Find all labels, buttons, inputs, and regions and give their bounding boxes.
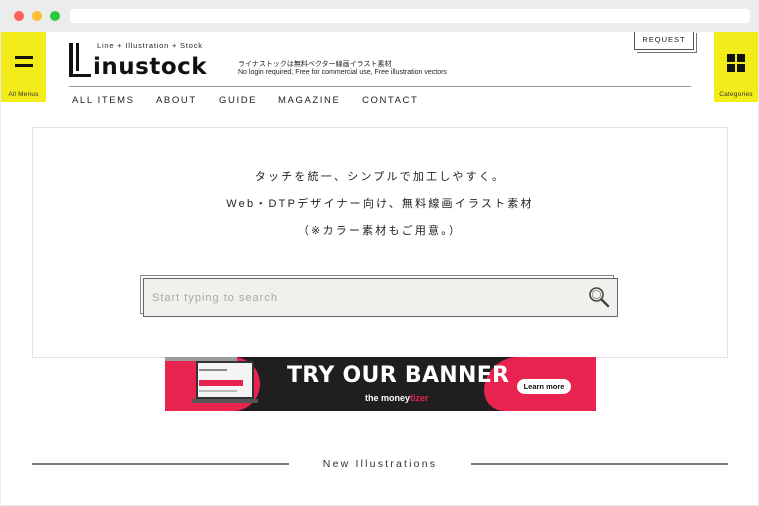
logo-tagline: Line + Illustration + Stock xyxy=(97,41,203,50)
address-bar[interactable] xyxy=(70,9,750,23)
hero-line-1: タッチを統一、シンプルで加工しやすく。 xyxy=(254,171,506,183)
hero-box: タッチを統一、シンプルで加工しやすく。 Web・DTPデザイナー向け、無料線画イ… xyxy=(32,127,728,358)
banner-title: TRY OUR BANNER xyxy=(287,363,510,388)
nav-item-magazine[interactable]: MAGAZINE xyxy=(278,95,340,106)
banner-brand-suffix: tizer xyxy=(410,393,429,403)
categories-button[interactable]: Categories xyxy=(714,32,758,102)
search-input[interactable] xyxy=(143,278,618,317)
section-divider-left xyxy=(32,463,289,465)
header-divider xyxy=(69,86,691,87)
close-window-dot[interactable] xyxy=(14,11,24,21)
laptop-icon xyxy=(192,361,258,405)
request-button[interactable]: REQUEST xyxy=(634,32,694,50)
banner-brand-logo: the moneytizer xyxy=(365,393,429,403)
nav-item-guide[interactable]: GUIDE xyxy=(219,95,257,106)
section-title: New Illustrations xyxy=(322,458,438,470)
search-icon[interactable] xyxy=(588,286,610,308)
all-menus-label: All Menus xyxy=(8,91,39,98)
hamburger-icon xyxy=(15,56,33,68)
hero-line-2: Web・DTPデザイナー向け、無料線画イラスト素材 xyxy=(226,198,534,210)
section-divider-right xyxy=(471,463,728,465)
logo-mark xyxy=(69,43,91,77)
search-box xyxy=(140,275,618,317)
logo-wordmark: inustock xyxy=(93,54,208,80)
minimize-window-dot[interactable] xyxy=(32,11,42,21)
all-menus-button[interactable]: All Menus xyxy=(1,32,46,102)
grid-icon xyxy=(727,54,745,72)
ad-banner[interactable]: TRY OUR BANNER the moneytizer Learn more xyxy=(165,357,596,411)
banner-learn-more-button[interactable]: Learn more xyxy=(517,379,571,394)
maximize-window-dot[interactable] xyxy=(50,11,60,21)
banner-brand-main: money xyxy=(381,393,411,403)
site-tagline-jp: ライナストックは無料ベクター線画イラスト素材 xyxy=(238,61,392,68)
site-logo[interactable]: Line + Illustration + Stock inustock xyxy=(69,41,229,81)
browser-chrome xyxy=(0,0,759,32)
nav-item-all-items[interactable]: ALL ITEMS xyxy=(72,95,135,106)
hero-line-3: （※カラー素材もご用意。） xyxy=(297,225,463,237)
site-tagline-en: No login required, Free for commercial u… xyxy=(238,69,447,76)
page: All Menus Categories Line + Illustration… xyxy=(1,32,758,505)
nav-item-contact[interactable]: CONTACT xyxy=(362,95,418,106)
nav-item-about[interactable]: ABOUT xyxy=(156,95,197,106)
banner-brand-prefix: the xyxy=(365,393,379,403)
categories-label: Categories xyxy=(719,91,753,98)
